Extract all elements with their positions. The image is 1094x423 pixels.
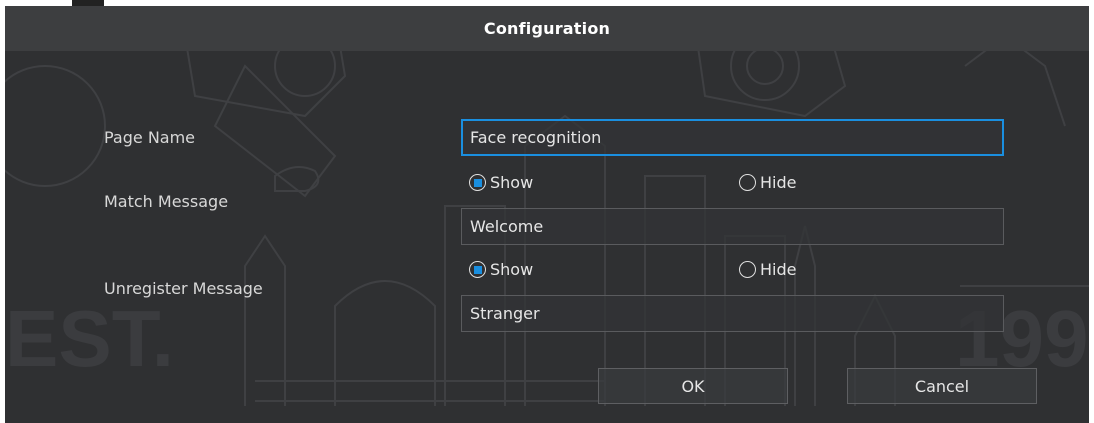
match-message-hide-label: Hide [760,173,797,192]
match-message-show-radio[interactable]: Show [469,173,533,192]
page-name-value: Face recognition [470,128,602,147]
dialog-content: Page Name Face recognition Match Message… [5,6,1089,423]
radio-unselected-icon [739,261,756,278]
unregister-message-show-radio[interactable]: Show [469,260,533,279]
radio-selected-icon [469,261,486,278]
unregister-message-input[interactable]: Stranger [461,295,1004,332]
page-name-input[interactable]: Face recognition [461,119,1004,156]
configuration-dialog: EST. 199 Configuration Page Name Face re… [5,6,1089,423]
radio-unselected-icon [739,174,756,191]
unregister-message-hide-radio[interactable]: Hide [739,260,796,279]
match-message-hide-radio[interactable]: Hide [739,173,796,192]
unregister-message-show-label: Show [490,260,534,279]
ok-button[interactable]: OK [598,368,788,404]
match-message-show-label: Show [490,173,534,192]
page-name-label: Page Name [104,128,196,147]
radio-selected-icon [469,174,486,191]
match-message-label: Match Message [104,192,229,211]
unregister-message-value: Stranger [470,304,540,323]
unregister-message-hide-label: Hide [760,260,797,279]
match-message-input[interactable]: Welcome [461,208,1004,245]
unregister-message-label: Unregister Message [104,279,263,298]
match-message-value: Welcome [470,217,544,236]
cancel-button[interactable]: Cancel [847,368,1037,404]
